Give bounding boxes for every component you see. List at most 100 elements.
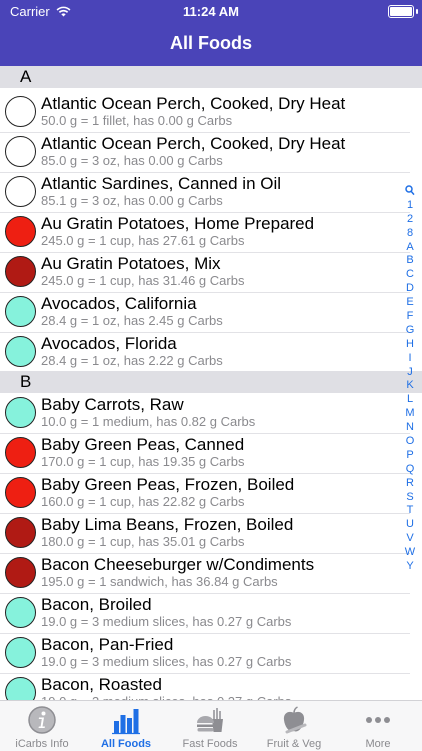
food-row[interactable]: Atlantic Ocean Perch, Cooked, Dry Heat 5… <box>0 92 410 133</box>
carb-indicator-icon <box>5 336 36 367</box>
food-name: Bacon, Pan-Fried <box>41 635 174 654</box>
carb-indicator-icon <box>5 637 36 668</box>
carb-indicator-icon <box>5 477 36 508</box>
index-item[interactable]: U <box>402 518 418 532</box>
index-item[interactable]: V <box>402 532 418 546</box>
food-row[interactable]: Au Gratin Potatoes, Home Prepared 245.0 … <box>0 212 410 253</box>
food-row[interactable]: Avocados, California 28.4 g = 1 oz, has … <box>0 292 410 333</box>
food-row[interactable]: Atlantic Sardines, Canned in Oil 85.1 g … <box>0 172 410 213</box>
index-item[interactable]: K <box>402 379 418 393</box>
section-index[interactable]: 1 2 8 A B C D E F G H I J K L M N O P Q … <box>402 185 418 574</box>
index-item[interactable]: S <box>402 491 418 505</box>
food-detail: 50.0 g = 1 fillet, has 0.00 g Carbs <box>41 113 233 128</box>
food-detail: 19.0 g = 3 medium slices, has 0.27 g Car… <box>41 614 292 629</box>
food-detail: 160.0 g = 1 cup, has 22.82 g Carbs <box>41 494 245 509</box>
status-time: 11:24 AM <box>183 4 239 19</box>
tab-fruit-veg[interactable]: Fruit & Veg <box>252 701 336 751</box>
index-item[interactable]: R <box>402 477 418 491</box>
food-row[interactable]: Bacon, Pan-Fried 19.0 g = 3 medium slice… <box>0 633 410 674</box>
index-item[interactable]: E <box>402 296 418 310</box>
food-name: Baby Green Peas, Frozen, Boiled <box>41 475 295 494</box>
section-header-a: A <box>0 66 422 88</box>
index-item[interactable]: O <box>402 435 418 449</box>
food-detail: 245.0 g = 1 cup, has 31.46 g Carbs <box>41 273 245 288</box>
index-item[interactable]: H <box>402 338 418 352</box>
food-detail: 85.1 g = 3 oz, has 0.00 g Carbs <box>41 193 223 208</box>
index-item[interactable]: F <box>402 310 418 324</box>
index-item[interactable]: D <box>402 282 418 296</box>
food-detail: 170.0 g = 1 cup, has 19.35 g Carbs <box>41 454 245 469</box>
food-detail: 28.4 g = 1 oz, has 2.45 g Carbs <box>41 313 223 328</box>
index-item[interactable]: W <box>402 546 418 560</box>
food-row[interactable]: Baby Green Peas, Frozen, Boiled 160.0 g … <box>0 473 410 514</box>
food-detail: 85.0 g = 3 oz, has 0.00 g Carbs <box>41 153 223 168</box>
tab-label: iCarbs Info <box>15 738 69 750</box>
food-name: Atlantic Ocean Perch, Cooked, Dry Heat <box>41 134 346 153</box>
status-bar: Carrier 11:24 AM <box>0 4 422 20</box>
food-row[interactable]: Avocados, Florida 28.4 g = 1 oz, has 2.2… <box>0 332 410 372</box>
section-letter: A <box>20 67 32 86</box>
info-icon <box>28 706 56 734</box>
food-detail: 28.4 g = 1 oz, has 2.22 g Carbs <box>41 353 223 368</box>
tab-label: All Foods <box>100 738 152 750</box>
page-title: All Foods <box>170 33 252 53</box>
food-row[interactable]: Baby Green Peas, Canned 170.0 g = 1 cup,… <box>0 433 410 474</box>
index-item[interactable]: I <box>402 352 418 366</box>
index-item[interactable]: 1 <box>402 199 418 213</box>
index-item[interactable]: P <box>402 449 418 463</box>
tab-more[interactable]: More <box>336 701 420 751</box>
tab-label: More <box>365 738 391 750</box>
navigation-bar: Carrier 11:24 AM All Foods <box>0 0 422 66</box>
food-row[interactable]: Baby Lima Beans, Frozen, Boiled 180.0 g … <box>0 513 410 554</box>
food-name: Au Gratin Potatoes, Home Prepared <box>41 214 315 233</box>
index-item[interactable]: N <box>402 421 418 435</box>
carb-indicator-icon <box>5 216 36 247</box>
index-item[interactable]: B <box>402 254 418 268</box>
food-name: Bacon Cheeseburger w/Condiments <box>41 555 315 574</box>
carb-indicator-icon <box>5 136 36 167</box>
bar-chart-icon <box>112 709 140 735</box>
carb-indicator-icon <box>5 557 36 588</box>
food-name: Baby Lima Beans, Frozen, Boiled <box>41 515 294 534</box>
index-item[interactable]: 2 <box>402 213 418 227</box>
index-item[interactable]: Y <box>402 560 418 574</box>
tab-all-foods[interactable]: All Foods <box>84 701 168 751</box>
food-name: Avocados, Florida <box>41 334 177 353</box>
food-name: Baby Green Peas, Canned <box>41 435 245 454</box>
food-name: Au Gratin Potatoes, Mix <box>41 254 221 273</box>
carb-indicator-icon <box>5 176 36 207</box>
index-item[interactable]: G <box>402 324 418 338</box>
index-item[interactable]: T <box>402 504 418 518</box>
more-icon <box>366 717 390 723</box>
food-row[interactable]: Bacon Cheeseburger w/Condiments 195.0 g … <box>0 553 410 594</box>
food-detail: 195.0 g = 1 sandwich, has 36.84 g Carbs <box>41 574 278 589</box>
index-item[interactable]: M <box>402 407 418 421</box>
index-item[interactable]: 8 <box>402 227 418 241</box>
burger-fries-icon <box>197 708 223 732</box>
tab-icarbs-info[interactable]: iCarbs Info <box>0 701 84 751</box>
food-name: Bacon, Broiled <box>41 595 152 614</box>
food-detail: 245.0 g = 1 cup, has 27.61 g Carbs <box>41 233 245 248</box>
carb-indicator-icon <box>5 597 36 628</box>
food-name: Bacon, Roasted <box>41 675 162 694</box>
food-row[interactable]: Atlantic Ocean Perch, Cooked, Dry Heat 8… <box>0 132 410 173</box>
battery-tip <box>416 9 418 14</box>
food-row[interactable]: Au Gratin Potatoes, Mix 245.0 g = 1 cup,… <box>0 252 410 293</box>
battery-icon <box>388 5 414 18</box>
index-search-icon[interactable] <box>402 185 418 199</box>
apple-icon <box>283 706 307 734</box>
tab-label: Fast Foods <box>182 738 238 750</box>
index-item[interactable]: C <box>402 268 418 282</box>
food-row[interactable]: Baby Carrots, Raw 10.0 g = 1 medium, has… <box>0 393 410 434</box>
index-item[interactable]: Q <box>402 463 418 477</box>
carb-indicator-icon <box>5 256 36 287</box>
index-item[interactable]: J <box>402 366 418 380</box>
food-name: Atlantic Sardines, Canned in Oil <box>41 174 282 193</box>
index-item[interactable]: A <box>402 241 418 255</box>
index-item[interactable]: L <box>402 393 418 407</box>
tab-fast-foods[interactable]: Fast Foods <box>168 701 252 751</box>
carb-indicator-icon <box>5 96 36 127</box>
carb-indicator-icon <box>5 296 36 327</box>
food-row[interactable]: Bacon, Broiled 19.0 g = 3 medium slices,… <box>0 593 410 634</box>
carb-indicator-icon <box>5 517 36 548</box>
